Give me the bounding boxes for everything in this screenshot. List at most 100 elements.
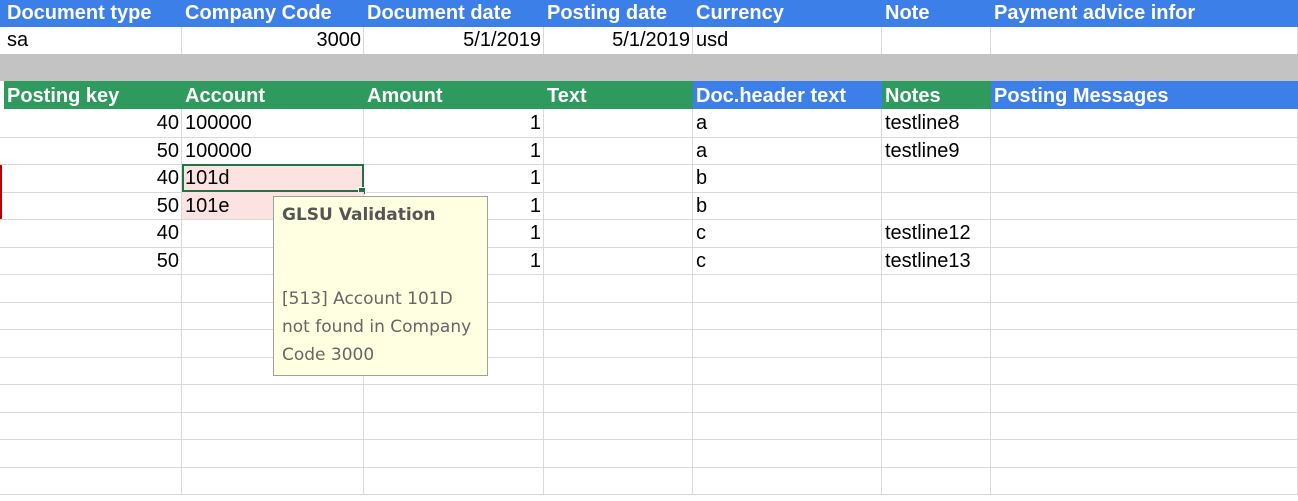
cell-doc-header-text[interactable]	[693, 466, 882, 494]
cell-notes[interactable]	[882, 411, 991, 439]
cell-posting-key[interactable]: 50	[4, 136, 182, 164]
col-header-posting-key[interactable]: Posting key	[4, 81, 182, 109]
cell-text[interactable]	[544, 164, 693, 192]
cell-doc-header-text[interactable]: a	[693, 109, 882, 137]
cell-posting-key[interactable]: 40	[4, 219, 182, 247]
cell-notes[interactable]: testline8	[882, 109, 991, 137]
cell-posting-messages[interactable]	[991, 109, 1298, 137]
cell-text[interactable]	[544, 109, 693, 137]
cell-account[interactable]: 101d	[182, 164, 366, 195]
cell-posting-messages[interactable]	[991, 191, 1298, 219]
cell-notes[interactable]	[882, 329, 991, 357]
cell-posting-key[interactable]	[4, 384, 182, 412]
cell-posting-messages[interactable]	[991, 164, 1298, 192]
cell-amount[interactable]	[364, 466, 544, 494]
col-header-posting-messages[interactable]: Posting Messages	[991, 81, 1298, 109]
cell-amount[interactable]	[364, 384, 544, 412]
cell-text[interactable]	[544, 411, 693, 439]
cell-posting-messages[interactable]	[991, 439, 1298, 467]
cell-account[interactable]	[182, 466, 364, 494]
cell-document-date[interactable]: 5/1/2019	[364, 27, 544, 54]
cell-posting-messages[interactable]	[991, 301, 1298, 329]
cell-text[interactable]	[544, 246, 693, 274]
cell-currency[interactable]: usd	[693, 27, 882, 54]
cell-doc-header-text[interactable]	[693, 274, 882, 302]
col-header-text[interactable]: Text	[544, 81, 693, 109]
cell-text[interactable]	[544, 219, 693, 247]
cell-notes[interactable]	[882, 439, 991, 467]
cell-doc-header-text[interactable]	[693, 411, 882, 439]
cell-text[interactable]	[544, 466, 693, 494]
cell-doc-header-text[interactable]: c	[693, 219, 882, 247]
cell-account[interactable]	[182, 384, 364, 412]
cell-text[interactable]	[544, 439, 693, 467]
cell-amount[interactable]: 1	[364, 136, 544, 164]
cell-amount[interactable]	[364, 439, 544, 467]
cell-account[interactable]	[182, 439, 364, 467]
cell-text[interactable]	[544, 191, 693, 219]
cell-notes[interactable]	[882, 466, 991, 494]
col-header-document-type[interactable]: Document type	[4, 0, 182, 27]
cell-payment-advice[interactable]	[991, 27, 1298, 54]
col-header-document-date[interactable]: Document date	[364, 0, 544, 27]
cell-doc-header-text[interactable]: a	[693, 136, 882, 164]
cell-posting-messages[interactable]	[991, 274, 1298, 302]
cell-text[interactable]	[544, 136, 693, 164]
cell-account[interactable]	[182, 411, 364, 439]
cell-posting-key[interactable]	[4, 466, 182, 494]
cell-posting-key[interactable]	[4, 439, 182, 467]
cell-posting-key[interactable]	[4, 274, 182, 302]
cell-posting-key[interactable]: 40	[4, 164, 182, 192]
col-header-amount[interactable]: Amount	[364, 81, 544, 109]
col-header-notes[interactable]: Notes	[882, 81, 991, 109]
cell-doc-header-text[interactable]	[693, 329, 882, 357]
cell-posting-key[interactable]	[4, 329, 182, 357]
cell-posting-date[interactable]: 5/1/2019	[544, 27, 693, 54]
cell-posting-messages[interactable]	[991, 384, 1298, 412]
col-header-posting-date[interactable]: Posting date	[544, 0, 693, 27]
col-header-doc-header-text[interactable]: Doc.header text	[693, 81, 882, 109]
col-header-company-code[interactable]: Company Code	[182, 0, 364, 27]
cell-posting-key[interactable]: 50	[4, 191, 182, 219]
cell-amount[interactable]: 1	[364, 109, 544, 137]
cell-posting-key[interactable]	[4, 411, 182, 439]
cell-notes[interactable]: testline12	[882, 219, 991, 247]
cell-notes[interactable]	[882, 274, 991, 302]
cell-posting-messages[interactable]	[991, 466, 1298, 494]
cell-company-code[interactable]: 3000	[182, 27, 364, 54]
cell-posting-messages[interactable]	[991, 219, 1298, 247]
cell-posting-key[interactable]	[4, 356, 182, 384]
cell-notes[interactable]	[882, 301, 991, 329]
col-header-currency[interactable]: Currency	[693, 0, 882, 27]
cell-doc-header-text[interactable]: c	[693, 246, 882, 274]
cell-text[interactable]	[544, 356, 693, 384]
cell-posting-key[interactable]	[4, 301, 182, 329]
cell-doc-header-text[interactable]	[693, 439, 882, 467]
cell-posting-messages[interactable]	[991, 329, 1298, 357]
cell-posting-messages[interactable]	[991, 136, 1298, 164]
cell-notes[interactable]	[882, 164, 991, 192]
cell-account[interactable]: 100000	[182, 136, 364, 164]
cell-doc-header-text[interactable]	[693, 356, 882, 384]
cell-notes[interactable]: testline13	[882, 246, 991, 274]
cell-notes[interactable]: testline9	[882, 136, 991, 164]
cell-doc-header-text[interactable]: b	[693, 191, 882, 219]
cell-text[interactable]	[544, 274, 693, 302]
cell-notes[interactable]	[882, 356, 991, 384]
cell-posting-key[interactable]: 40	[4, 109, 182, 137]
col-header-note[interactable]: Note	[882, 0, 991, 27]
cell-account[interactable]: 100000	[182, 109, 364, 137]
cell-document-type[interactable]: sa	[4, 27, 182, 54]
cell-doc-header-text[interactable]	[693, 301, 882, 329]
col-header-account[interactable]: Account	[182, 81, 364, 109]
cell-posting-key[interactable]: 50	[4, 246, 182, 274]
cell-posting-messages[interactable]	[991, 411, 1298, 439]
cell-text[interactable]	[544, 384, 693, 412]
cell-amount[interactable]	[364, 411, 544, 439]
cell-doc-header-text[interactable]	[693, 384, 882, 412]
col-header-payment-advice[interactable]: Payment advice infor	[991, 0, 1298, 27]
cell-note[interactable]	[882, 27, 991, 54]
cell-notes[interactable]	[882, 191, 991, 219]
cell-posting-messages[interactable]	[991, 246, 1298, 274]
cell-text[interactable]	[544, 329, 693, 357]
